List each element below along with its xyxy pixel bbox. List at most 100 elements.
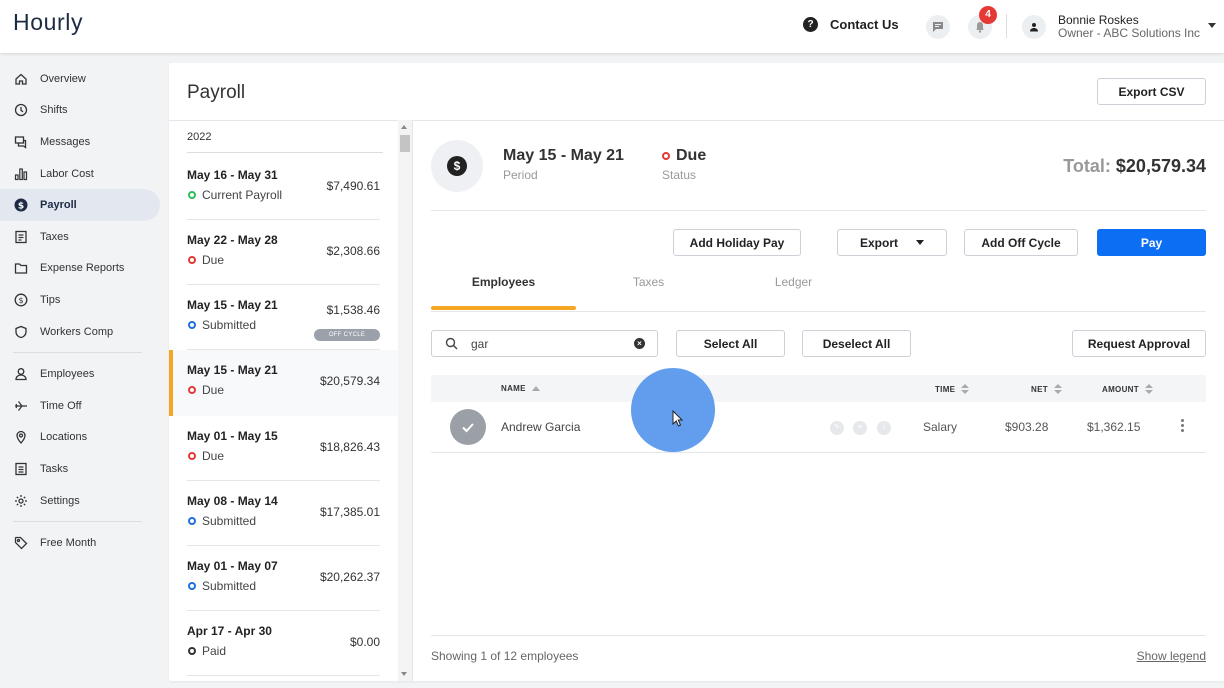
shield-icon <box>13 324 29 340</box>
sidebar-item-employees[interactable]: Employees <box>0 358 160 390</box>
add-off-cycle-button[interactable]: Add Off Cycle <box>964 229 1078 256</box>
detail-period: May 15 - May 21 <box>503 147 624 164</box>
bar-chart-icon <box>13 166 29 182</box>
period-status-label: Submitted <box>202 514 257 528</box>
detail-status-label: Status <box>662 168 697 182</box>
sidebar-item-workers-comp[interactable]: Workers Comp <box>0 316 160 348</box>
pay-period-item[interactable]: Apr 17 - Apr 30 Paid $0.00 <box>169 611 398 676</box>
sidebar-item-messages[interactable]: Messages <box>0 126 160 158</box>
period-dates: May 15 - May 21 <box>187 298 278 312</box>
select-all-button[interactable]: Select All <box>676 330 785 357</box>
svg-text:$: $ <box>18 296 23 305</box>
info-icon[interactable]: i <box>877 421 891 435</box>
sidebar-item-expense-reports[interactable]: Expense Reports <box>0 253 160 285</box>
gear-icon <box>13 493 29 509</box>
app-logo[interactable]: Hourly <box>13 9 83 36</box>
sidebar-item-label: Free Month <box>40 537 97 550</box>
period-status-label: Paid <box>202 644 227 658</box>
cursor-icon <box>672 410 684 427</box>
scroll-down-icon[interactable] <box>401 672 407 676</box>
user-menu-caret-icon[interactable] <box>1208 23 1216 28</box>
column-time[interactable]: TIME <box>935 384 970 394</box>
contact-us-link[interactable]: ? Contact Us <box>803 17 899 32</box>
column-amount[interactable]: AMOUNT <box>1102 384 1153 394</box>
sidebar-item-free-month[interactable]: Free Month <box>0 527 160 559</box>
period-amount: $17,385.01 <box>319 505 380 519</box>
period-amount: $2,308.66 <box>326 244 380 258</box>
employee-count: Showing 1 of 12 employees <box>431 649 579 663</box>
person-icon <box>13 366 29 382</box>
footer-divider <box>431 635 1206 636</box>
status-dot-icon <box>188 191 196 199</box>
row-net: $903.28 <box>1005 420 1049 434</box>
period-status-label: Submitted <box>202 318 257 332</box>
pay-period-item[interactable]: May 16 - May 31 Current Payroll $7,490.6… <box>169 155 398 220</box>
sidebar-item-labor-cost[interactable]: Labor Cost <box>0 158 160 190</box>
pay-period-item[interactable]: May 22 - May 28 Due $2,308.66 <box>169 220 398 285</box>
messages-button[interactable] <box>926 15 950 39</box>
column-net[interactable]: NET <box>1031 384 1062 394</box>
period-list-scrollbar[interactable] <box>398 120 412 681</box>
export-dropdown-button[interactable]: Export <box>837 229 947 256</box>
sidebar-item-label: Overview <box>40 72 86 85</box>
column-net-label: NET <box>1031 384 1048 394</box>
pay-period-item[interactable]: May 01 - May 07 Submitted $20,262.37 <box>169 546 398 611</box>
employee-name: Andrew Garcia <box>501 420 581 434</box>
off-cycle-badge: OFF CYCLE <box>314 329 380 341</box>
sidebar-item-payroll[interactable]: $ Payroll <box>0 189 160 221</box>
period-status: Due <box>188 449 224 463</box>
clear-search-icon[interactable]: × <box>634 338 645 349</box>
scroll-thumb[interactable] <box>400 135 410 152</box>
sidebar-item-tasks[interactable]: Tasks <box>0 453 160 485</box>
sidebar-item-locations[interactable]: Locations <box>0 422 160 454</box>
sidebar-item-taxes[interactable]: Taxes <box>0 221 160 253</box>
edit-icon[interactable]: ✎ <box>830 421 844 435</box>
sidebar-item-settings[interactable]: Settings <box>0 485 160 517</box>
row-more-icon[interactable] <box>1181 419 1184 432</box>
pay-period-item[interactable]: May 01 - May 15 Due $18,826.43 <box>169 416 398 481</box>
sidebar-item-shifts[interactable]: Shifts <box>0 95 160 127</box>
pay-period-item-selected[interactable]: May 15 - May 21 Due $20,579.34 <box>169 350 398 416</box>
period-status-label: Due <box>202 449 225 463</box>
pay-period-item[interactable]: May 15 - May 21 Submitted $1,538.46 OFF … <box>169 285 398 350</box>
column-name[interactable]: NAME <box>501 384 540 393</box>
sort-icon <box>961 384 970 394</box>
user-name[interactable]: Bonnie Roskes <box>1058 13 1139 27</box>
sidebar-item-time-off[interactable]: Time Off <box>0 390 160 422</box>
request-approval-button[interactable]: Request Approval <box>1072 330 1206 357</box>
sidebar-item-tips[interactable]: $ Tips <box>0 284 160 316</box>
pay-button[interactable]: Pay <box>1097 229 1206 256</box>
pay-period-item[interactable]: May 08 - May 14 Submitted $17,385.01 <box>169 481 398 546</box>
note-icon[interactable]: ≡ <box>853 421 867 435</box>
period-status: Due <box>188 383 224 397</box>
sidebar-item-overview[interactable]: Overview <box>0 63 160 95</box>
sidebar-item-label: Payroll <box>40 199 77 212</box>
scroll-up-icon[interactable] <box>401 125 407 129</box>
period-amount: $20,579.34 <box>319 374 380 388</box>
column-name-label: NAME <box>501 384 526 393</box>
user-avatar[interactable] <box>1022 15 1046 39</box>
employee-search-input[interactable]: gar × <box>431 330 658 357</box>
period-amount: $7,490.61 <box>326 179 380 193</box>
tab-employees[interactable]: Employees <box>431 275 576 289</box>
show-legend-link[interactable]: Show legend <box>1137 649 1206 663</box>
sidebar-item-label: Employees <box>40 368 95 381</box>
tab-ledger[interactable]: Ledger <box>721 275 866 289</box>
deselect-all-button[interactable]: Deselect All <box>802 330 911 357</box>
tab-taxes[interactable]: Taxes <box>576 275 721 289</box>
payroll-detail: $ May 15 - May 21 Period Due Status Tota… <box>431 120 1206 681</box>
sidebar-divider <box>13 352 142 354</box>
sidebar-item-label: Settings <box>40 494 80 507</box>
panel-divider <box>412 120 413 681</box>
table-row[interactable]: Andrew Garcia ✎ ≡ i Salary $903.28 $1,36… <box>431 402 1206 453</box>
sidebar-item-label: Tasks <box>40 462 69 475</box>
period-status: Due <box>188 253 224 267</box>
period-dates: Apr 17 - Apr 30 <box>187 624 272 638</box>
sidebar-item-label: Workers Comp <box>40 325 114 338</box>
add-holiday-pay-button[interactable]: Add Holiday Pay <box>673 229 801 256</box>
sidebar-item-label: Shifts <box>40 104 68 117</box>
period-status: Submitted <box>188 318 256 332</box>
export-csv-button[interactable]: Export CSV <box>1097 78 1206 105</box>
period-status-label: Current Payroll <box>202 188 283 202</box>
row-select-checkbox[interactable] <box>450 409 486 445</box>
